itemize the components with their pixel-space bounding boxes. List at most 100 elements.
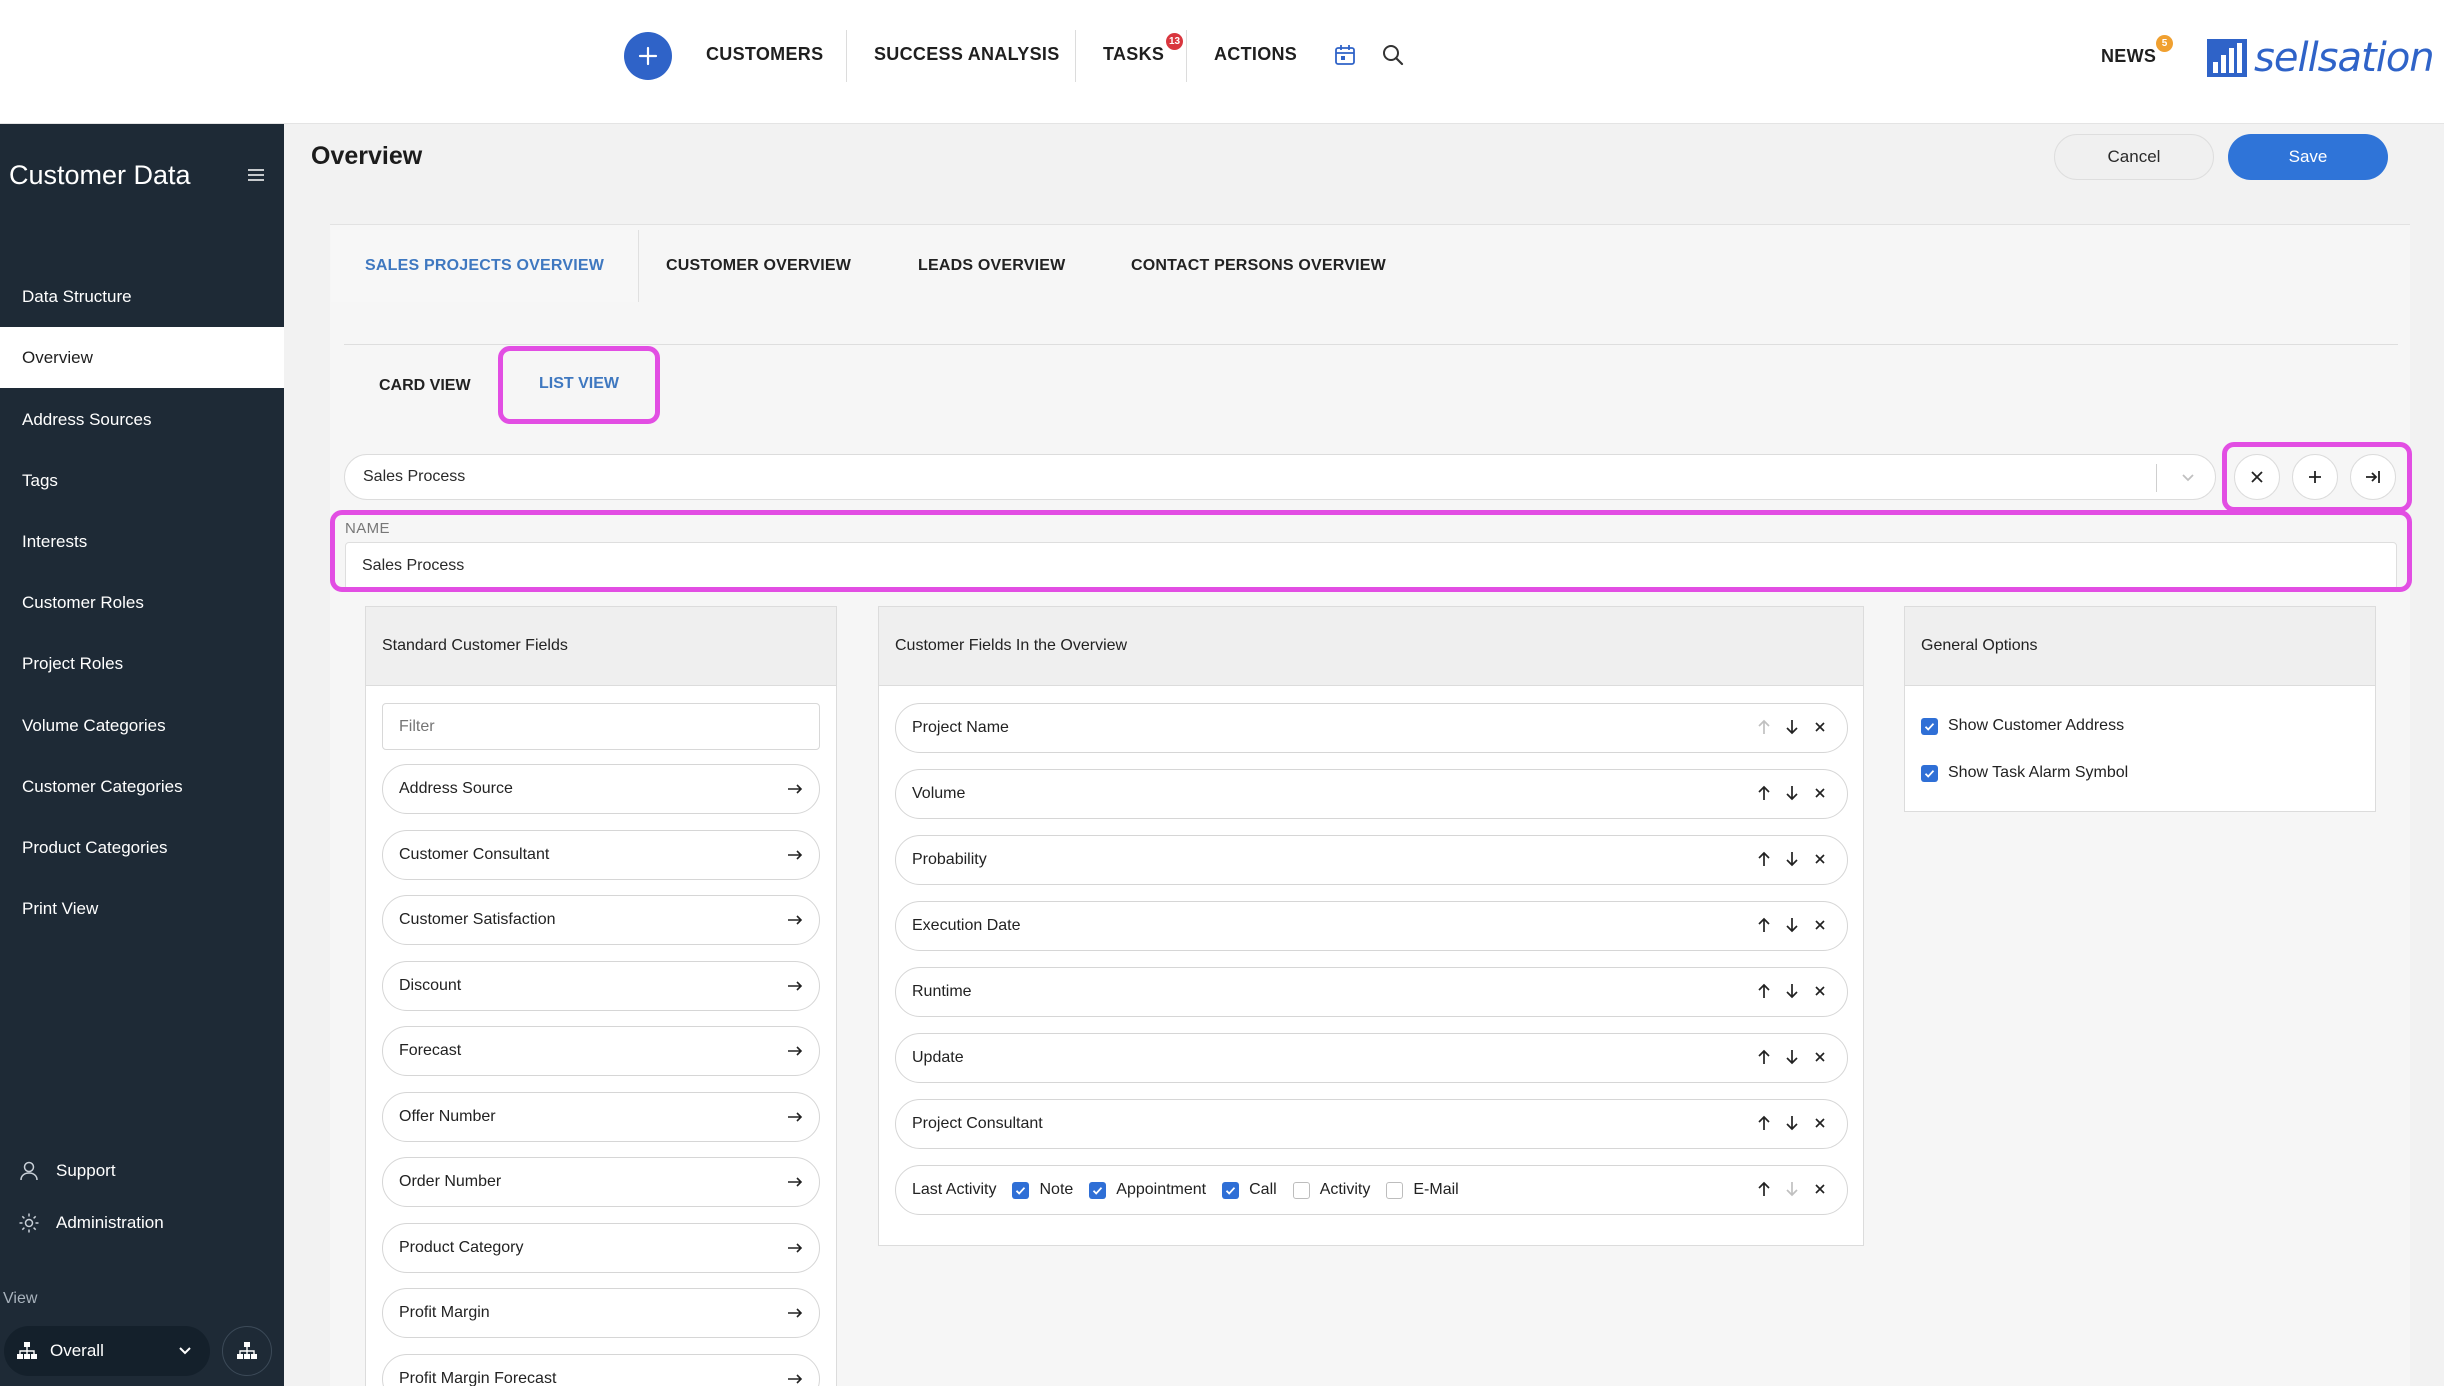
sidebar-item-interests[interactable]: Interests xyxy=(0,511,284,572)
arrow-down-icon[interactable] xyxy=(1783,718,1801,736)
arrow-up-icon[interactable] xyxy=(1755,916,1773,934)
close-icon[interactable] xyxy=(1811,850,1829,868)
overview-field-row[interactable]: Project Name xyxy=(895,703,1848,753)
checkbox-checked[interactable] xyxy=(1222,1181,1240,1199)
overview-config-select[interactable]: Sales Process xyxy=(344,454,2216,500)
overview-field-label: Volume xyxy=(912,785,966,802)
tab-sales-projects-overview[interactable]: SALES PROJECTS OVERVIEW xyxy=(331,230,640,302)
view-select-value: Overall xyxy=(50,1341,104,1360)
sidebar-item-print-view[interactable]: Print View xyxy=(0,878,284,939)
close-icon[interactable] xyxy=(1811,916,1829,934)
standard-fields-title: Standard Customer Fields xyxy=(366,607,836,686)
close-icon[interactable] xyxy=(1811,784,1829,802)
sidebar-item-project-roles[interactable]: Project Roles xyxy=(0,633,284,694)
option-show-task-alarm-symbol[interactable]: Show Task Alarm Symbol xyxy=(1921,764,2128,782)
option-show-customer-address[interactable]: Show Customer Address xyxy=(1921,717,2124,735)
save-button[interactable]: Save xyxy=(2228,134,2388,180)
arrow-down-icon[interactable] xyxy=(1783,1114,1801,1132)
sidebar-support[interactable]: Support xyxy=(18,1160,116,1182)
list-item[interactable]: Customer Satisfaction xyxy=(382,895,820,945)
view-select[interactable]: Overall xyxy=(4,1326,210,1376)
list-item[interactable]: Customer Consultant xyxy=(382,830,820,880)
sidebar-item-customer-categories[interactable]: Customer Categories xyxy=(0,756,284,817)
sidebar-administration[interactable]: Administration xyxy=(18,1212,164,1234)
list-item[interactable]: Discount xyxy=(382,961,820,1011)
arrow-down-icon[interactable] xyxy=(1783,982,1801,1000)
arrow-up-icon[interactable] xyxy=(1755,784,1773,802)
select-separator xyxy=(2156,464,2157,492)
sidebar-item-product-categories[interactable]: Product Categories xyxy=(0,817,284,878)
arrow-up-icon[interactable] xyxy=(1755,1048,1773,1066)
nav-actions[interactable]: ACTIONS xyxy=(1214,44,1297,65)
overview-field-row[interactable]: Runtime xyxy=(895,967,1848,1017)
nav-success-analysis[interactable]: SUCCESS ANALYSIS xyxy=(874,44,1060,65)
arrow-down-icon[interactable] xyxy=(1783,1180,1801,1198)
checkbox-unchecked[interactable] xyxy=(1292,1181,1310,1199)
sidebar-item-volume-categories[interactable]: Volume Categories xyxy=(0,695,284,756)
nav-news[interactable]: NEWS xyxy=(2101,46,2156,67)
activity-option-activity[interactable]: Activity xyxy=(1292,1181,1370,1199)
checkbox-unchecked[interactable] xyxy=(1386,1181,1404,1199)
arrow-down-icon[interactable] xyxy=(1783,784,1801,802)
list-item[interactable]: Offer Number xyxy=(382,1092,820,1142)
arrow-up-icon[interactable] xyxy=(1755,718,1773,736)
plus-icon xyxy=(638,46,658,66)
logo-text: sellsation xyxy=(2254,35,2435,81)
list-item[interactable]: Product Category xyxy=(382,1223,820,1273)
overview-field-row[interactable]: Probability xyxy=(895,835,1848,885)
list-item[interactable]: Profit Margin Forecast xyxy=(382,1354,820,1386)
nav-customers[interactable]: CUSTOMERS xyxy=(706,44,823,65)
org-structure-button[interactable] xyxy=(222,1326,272,1376)
overview-field-row[interactable]: Volume xyxy=(895,769,1848,819)
search-icon[interactable] xyxy=(1380,42,1406,68)
hamburger-menu-icon[interactable] xyxy=(248,168,264,182)
sidebar-item-tags[interactable]: Tags xyxy=(0,450,284,511)
list-item[interactable]: Forecast xyxy=(382,1026,820,1076)
arrow-up-icon[interactable] xyxy=(1755,1114,1773,1132)
arrow-up-icon[interactable] xyxy=(1755,850,1773,868)
list-item[interactable]: Profit Margin xyxy=(382,1288,820,1338)
close-icon[interactable] xyxy=(1811,718,1829,736)
arrow-right-icon xyxy=(788,1112,803,1122)
sidebar-item-data-structure[interactable]: Data Structure xyxy=(0,266,284,327)
close-icon[interactable] xyxy=(1811,982,1829,1000)
overview-field-row[interactable]: Execution Date xyxy=(895,901,1848,951)
checkbox-checked[interactable] xyxy=(1089,1181,1107,1199)
subtab-card-view[interactable]: CARD VIEW xyxy=(379,377,471,395)
list-item[interactable]: Order Number xyxy=(382,1157,820,1207)
tab-leads-overview[interactable]: LEADS OVERVIEW xyxy=(918,230,1065,302)
overview-field-row[interactable]: Update xyxy=(895,1033,1848,1083)
activity-option-email[interactable]: E-Mail xyxy=(1386,1181,1459,1199)
arrow-down-icon[interactable] xyxy=(1783,916,1801,934)
arrow-up-icon[interactable] xyxy=(1755,982,1773,1000)
activity-option-label: Note xyxy=(1039,1181,1074,1198)
sidebar-item-overview[interactable]: Overview xyxy=(0,327,284,388)
arrow-down-icon[interactable] xyxy=(1783,850,1801,868)
checkbox-checked[interactable] xyxy=(1921,717,1938,735)
activity-option-call[interactable]: Call xyxy=(1222,1181,1277,1199)
close-icon[interactable] xyxy=(1811,1114,1829,1132)
activity-option-note[interactable]: Note xyxy=(1012,1181,1073,1199)
news-count-badge: 5 xyxy=(2156,35,2173,52)
add-new-button[interactable] xyxy=(624,32,672,80)
tab-contact-persons-overview[interactable]: CONTACT PERSONS OVERVIEW xyxy=(1131,230,1386,302)
filter-input[interactable] xyxy=(382,703,820,750)
tab-customer-overview[interactable]: CUSTOMER OVERVIEW xyxy=(666,230,851,302)
checkbox-checked[interactable] xyxy=(1012,1181,1030,1199)
list-item-label: Forecast xyxy=(399,1042,462,1059)
checkbox-checked[interactable] xyxy=(1921,764,1938,782)
overview-field-row-last-activity[interactable]: Last Activity Note Appointment Call Acti… xyxy=(895,1165,1848,1215)
overview-field-row[interactable]: Project Consultant xyxy=(895,1099,1848,1149)
arrow-up-icon[interactable] xyxy=(1755,1180,1773,1198)
nav-tasks[interactable]: TASKS xyxy=(1103,44,1164,65)
activity-option-appointment[interactable]: Appointment xyxy=(1089,1181,1206,1199)
list-item[interactable]: Address Source xyxy=(382,764,820,814)
chevron-down-icon xyxy=(179,1347,191,1355)
sidebar-item-address-sources[interactable]: Address Sources xyxy=(0,389,284,450)
cancel-button[interactable]: Cancel xyxy=(2054,134,2214,180)
close-icon[interactable] xyxy=(1811,1180,1829,1198)
close-icon[interactable] xyxy=(1811,1048,1829,1066)
sidebar-item-customer-roles[interactable]: Customer Roles xyxy=(0,572,284,633)
arrow-down-icon[interactable] xyxy=(1783,1048,1801,1066)
calendar-icon[interactable] xyxy=(1332,42,1358,68)
